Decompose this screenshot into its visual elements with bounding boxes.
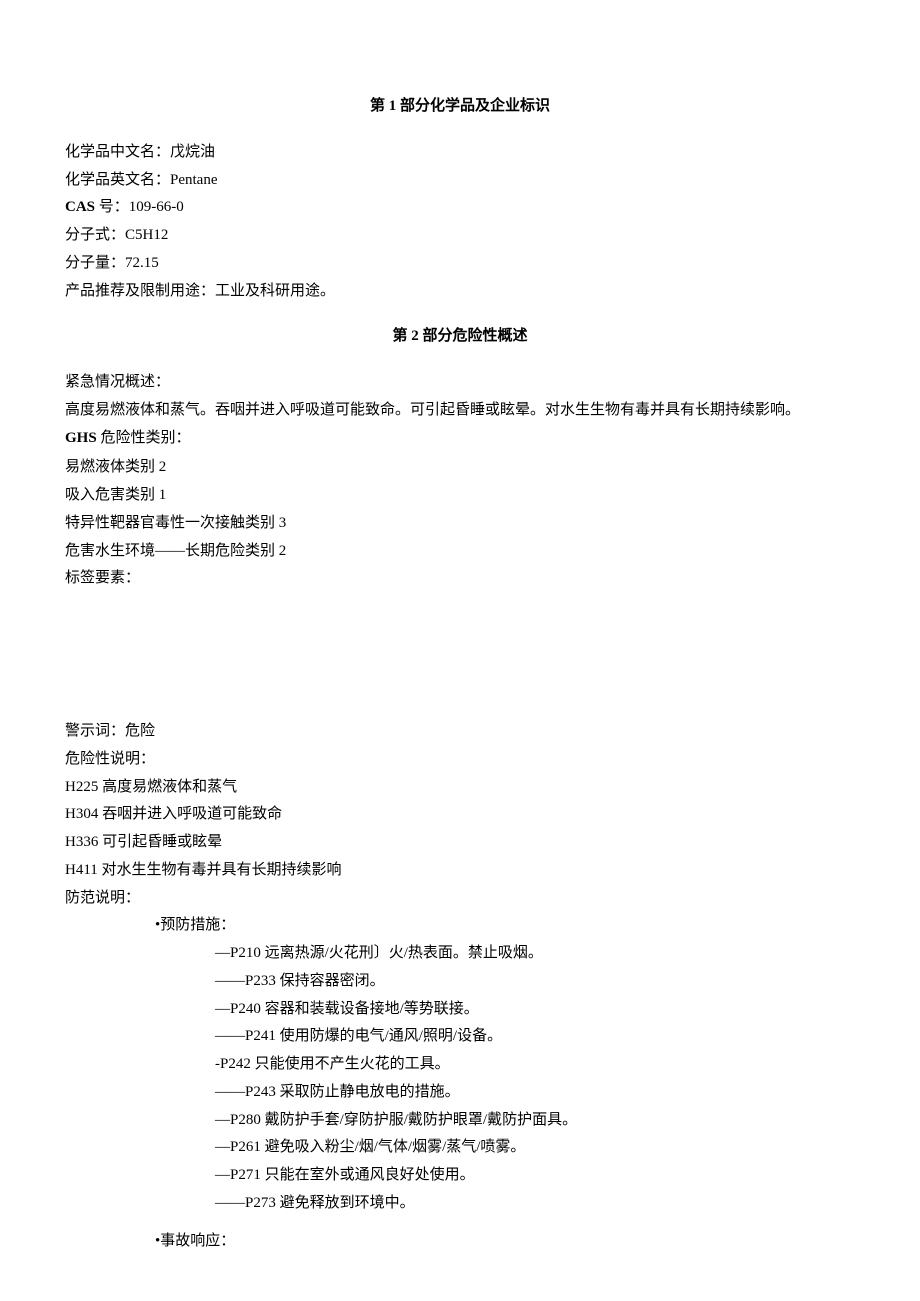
h336: H336 可引起昏睡或眩晕 — [65, 829, 855, 857]
response-header: •事故响应： — [65, 1228, 855, 1256]
formula-row: 分子式：C5H12 — [65, 222, 855, 250]
signal-value: 危险 — [125, 723, 155, 739]
title-suffix: 部分化学品及企业标识 — [396, 98, 550, 114]
ghs-cat1: 易燃液体类别 2 — [65, 454, 855, 482]
formula-value: C5H12 — [125, 227, 168, 243]
ghs-label-row: GHS 危险性类别： — [65, 425, 855, 453]
p242: -P242 只能使用不产生火花的工具。 — [65, 1051, 855, 1079]
h225: H225 高度易燃液体和蒸气 — [65, 774, 855, 802]
cas-label: CAS — [65, 199, 99, 215]
use-value: 工业及科研用途。 — [215, 283, 335, 299]
english-name-label: 化学品英文名： — [65, 172, 170, 188]
use-label: 产品推荐及限制用途： — [65, 283, 215, 299]
p273: ——P273 避免释放到环境中。 — [65, 1190, 855, 1218]
section1-title: 第 1 部分化学品及企业标识 — [65, 93, 855, 121]
pictogram-placeholder — [65, 593, 855, 718]
hazard-stmt-label: 危险性说明： — [65, 746, 855, 774]
title-num-2: 2 — [411, 328, 419, 344]
cas-value: 109-66-0 — [129, 199, 184, 215]
p271: —P271 只能在室外或通风良好处使用。 — [65, 1162, 855, 1190]
emergency-label: 紧急情况概述： — [65, 369, 855, 397]
h411: H411 对水生生物有毒并具有长期持续影响 — [65, 857, 855, 885]
chinese-name-value: 戊烷油 — [170, 144, 215, 160]
chinese-name-row: 化学品中文名：戊烷油 — [65, 139, 855, 167]
precaution-label: 防范说明： — [65, 885, 855, 913]
english-name-row: 化学品英文名：Pentane — [65, 167, 855, 195]
ghs-cat3: 特异性靶器官毒性一次接触类别 3 — [65, 510, 855, 538]
signal-word-row: 警示词：危险 — [65, 718, 855, 746]
p233: ——P233 保持容器密闭。 — [65, 968, 855, 996]
label-elements: 标签要素： — [65, 565, 855, 593]
title-prefix: 第 — [370, 98, 389, 114]
ghs-label2: 危险性类别： — [100, 430, 190, 446]
title-suffix-2: 部分危险性概述 — [419, 328, 528, 344]
signal-label: 警示词： — [65, 723, 125, 739]
prevention-header: •预防措施： — [65, 912, 855, 940]
h304: H304 吞咽并进入呼吸道可能致命 — [65, 801, 855, 829]
title-prefix-2: 第 — [392, 328, 411, 344]
ghs-cat2: 吸入危害类别 1 — [65, 482, 855, 510]
p261: —P261 避免吸入粉尘/烟/气体/烟雾/蒸气/喷雾。 — [65, 1134, 855, 1162]
weight-value: 72.15 — [125, 255, 159, 271]
p210: —P210 远离热源/火花刑〕火/热表面。禁止吸烟。 — [65, 940, 855, 968]
cas-label2: 号： — [99, 199, 129, 215]
formula-label: 分子式： — [65, 227, 125, 243]
weight-label: 分子量： — [65, 255, 125, 271]
p280: —P280 戴防护手套/穿防护服/戴防护眼罩/戴防护面具。 — [65, 1107, 855, 1135]
ghs-cat4: 危害水生环境——长期危险类别 2 — [65, 538, 855, 566]
p241: ——P241 使用防爆的电气/通风/照明/设备。 — [65, 1023, 855, 1051]
ghs-label: GHS — [65, 430, 100, 446]
section2-title: 第 2 部分危险性概述 — [65, 323, 855, 351]
p240: —P240 容器和装载设备接地/等势联接。 — [65, 996, 855, 1024]
use-row: 产品推荐及限制用途：工业及科研用途。 — [65, 278, 855, 306]
weight-row: 分子量：72.15 — [65, 250, 855, 278]
p243: ——P243 采取防止静电放电的措施。 — [65, 1079, 855, 1107]
cas-row: CAS 号：109-66-0 — [65, 194, 855, 222]
emergency-text: 高度易燃液体和蒸气。吞咽并进入呼吸道可能致命。可引起昏睡或眩晕。对水生生物有毒并… — [65, 397, 855, 425]
english-name-value: Pentane — [170, 172, 217, 188]
chinese-name-label: 化学品中文名： — [65, 144, 170, 160]
